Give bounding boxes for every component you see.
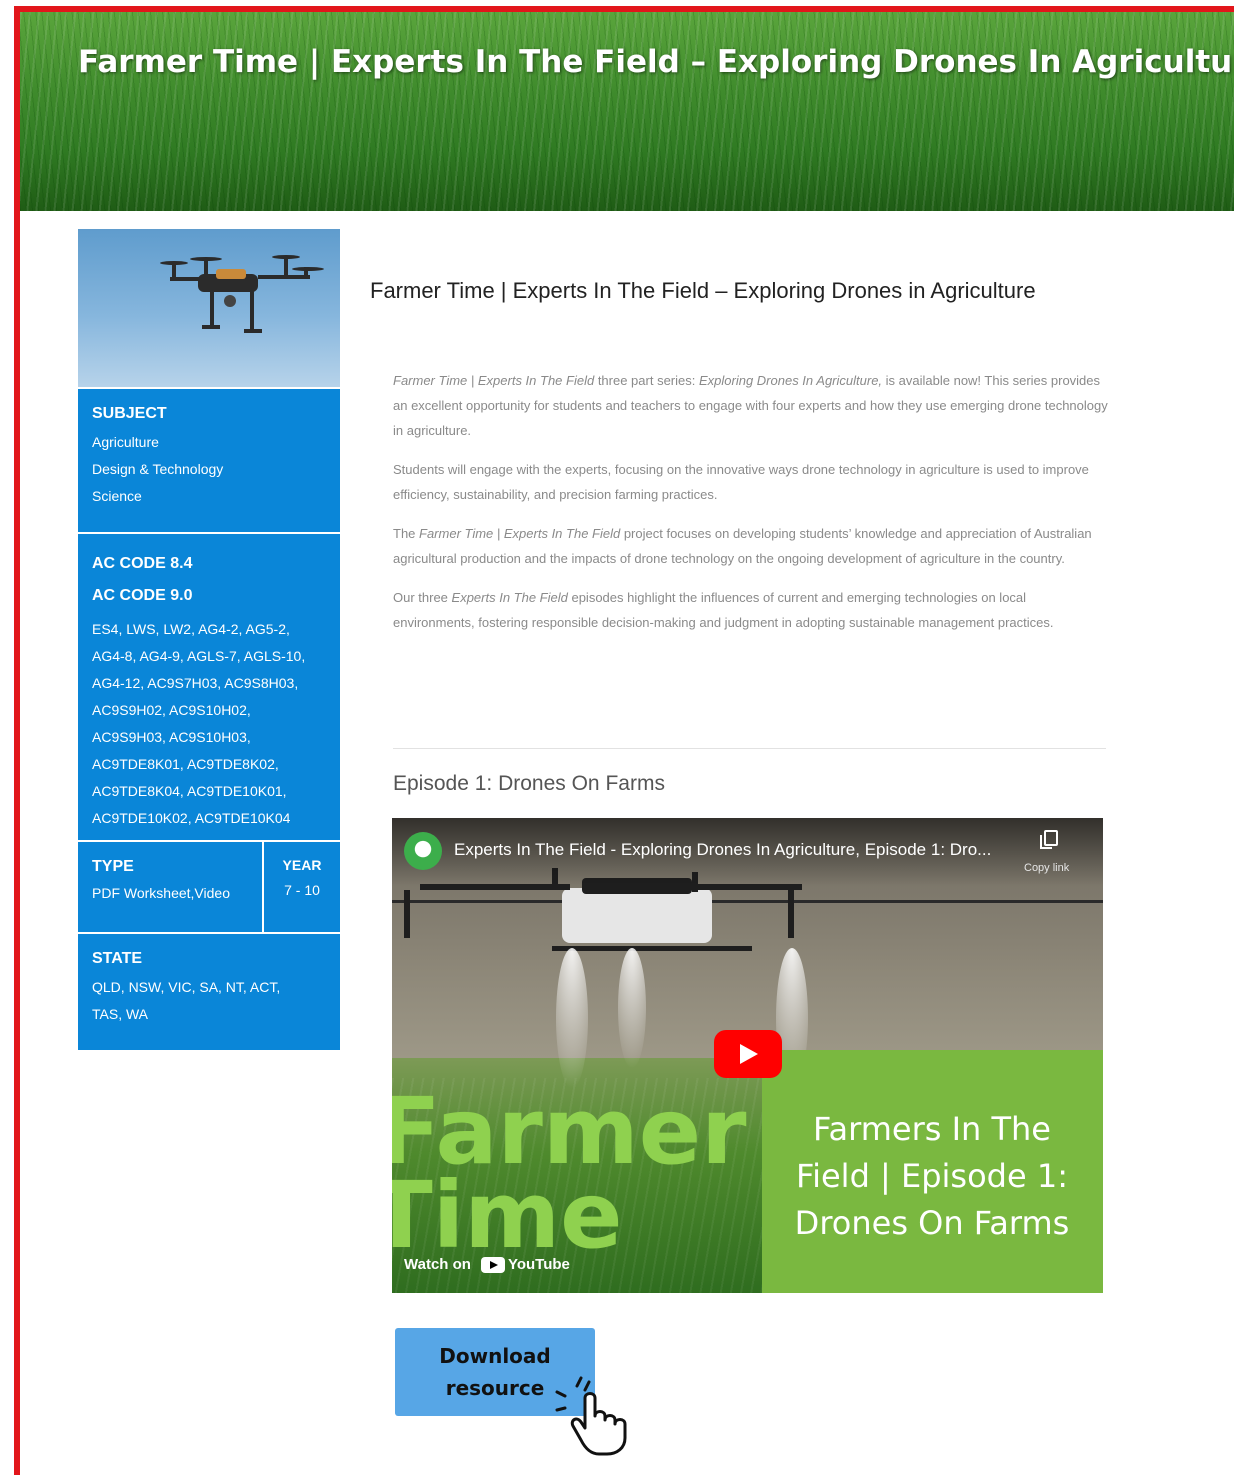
state-line: QLD, NSW, VIC, SA, NT, ACT, [92,979,281,995]
subject-item: Agriculture [92,434,159,450]
banner-title: Farmer Time | Experts In The Field – Exp… [78,44,1234,80]
youtube-logo-icon [480,1256,505,1273]
type-heading: TYPE [92,858,134,875]
description-paragraph: The Farmer Time | Experts In The Field p… [393,521,1109,571]
section-divider [393,748,1106,749]
resource-sidebar: SUBJECT Agriculture Design & Technology … [78,229,340,1050]
watch-on-label: Watch on [404,1256,471,1273]
state-list: QLD, NSW, VIC, SA, NT, ACT, TAS, WA [92,974,326,1028]
ac-code-block: AC CODE 8.4 AC CODE 9.0 ES4, LWS, LW2, A… [78,534,340,840]
ac-code-line: AG4-8, AG4-9, AGLS-7, AGLS-10, [92,648,306,664]
ac-code-line: ES4, LWS, LW2, AG4-2, AG5-2, [92,621,290,637]
text: Our three [393,590,452,605]
ac-code-heading-8-4: AC CODE 8.4 [92,555,193,572]
subject-block: SUBJECT Agriculture Design & Technology … [78,389,340,532]
text: The [393,526,420,541]
video-title-card-text: Farmers In The Field | Episode 1: Drones… [794,1110,1070,1242]
type-year-row: TYPE PDF Worksheet,Video YEAR 7 - 10 [78,842,340,932]
youtube-video-embed[interactable]: Experts In The Field - Exploring Drones … [392,818,1103,1293]
text: Students will engage with the experts, f… [393,462,1089,502]
description-paragraph: Farmer Time | Experts In The Field three… [393,368,1109,443]
subject-list: Agriculture Design & Technology Science [92,429,326,510]
frame-left-border [14,6,20,1475]
resource-title: Farmer Time | Experts In The Field – Exp… [370,278,1036,303]
play-button-icon[interactable] [714,1030,782,1078]
watch-on-youtube-link[interactable]: Watch on YouTube [404,1256,570,1273]
subject-item: Science [92,488,142,504]
year-value: 7 - 10 [284,882,320,898]
italic-text: Exploring Drones In Agriculture, [698,373,883,388]
resource-description: Farmer Time | Experts In The Field three… [393,368,1109,649]
youtube-wordmark: YouTube [480,1256,570,1273]
ac-code-heading-9-0: AC CODE 9.0 [92,587,193,604]
ac-code-line: AC9TDE10K02, AC9TDE10K04 [92,810,291,826]
subject-heading: SUBJECT [92,405,167,422]
type-value: PDF Worksheet,Video [92,885,230,901]
ac-code-line: AC9S9H02, AC9S10H02, [92,702,251,718]
text: three part series: [594,373,699,388]
description-paragraph: Students will engage with the experts, f… [393,457,1109,507]
italic-text: Experts In The Field [451,590,568,605]
drone-photo [78,229,340,387]
ac-code-line: AC9TDE8K04, AC9TDE10K01, [92,783,287,799]
state-line: TAS, WA [92,1006,148,1022]
description-paragraph: Our three Experts In The Field episodes … [393,585,1109,635]
ac-code-line: AC9S9H03, AC9S10H03, [92,729,251,745]
ac-code-line: AC9TDE8K01, AC9TDE8K02, [92,756,279,772]
youtube-label: YouTube [507,1256,570,1273]
year-heading: YEAR [282,857,322,873]
header-banner: Farmer Time | Experts In The Field – Exp… [20,12,1234,211]
ac-code-list: ES4, LWS, LW2, AG4-2, AG5-2, AG4-8, AG4-… [92,616,326,832]
state-block: STATE QLD, NSW, VIC, SA, NT, ACT, TAS, W… [78,934,340,1050]
hand-pointer-icon [555,1376,627,1456]
episode-title: Episode 1: Drones On Farms [393,772,665,795]
drone-icon [160,255,324,333]
subject-item: Design & Technology [92,461,224,477]
copy-link-icon[interactable] [1040,830,1058,849]
state-heading: STATE [92,950,143,967]
channel-logo-icon[interactable] [404,832,442,870]
copy-link-label[interactable]: Copy link [1024,862,1069,874]
ac-code-line: AG4-12, AC9S7H03, AC9S8H03, [92,675,299,691]
italic-text: Farmer Time | Experts In The Field [419,526,621,541]
year-block: YEAR 7 - 10 [264,842,340,932]
video-overlay-word-time: Time [392,1162,623,1269]
italic-text: Farmer Time | Experts In The Field [393,373,595,388]
video-title[interactable]: Experts In The Field - Exploring Drones … [454,840,991,860]
type-block: TYPE PDF Worksheet,Video [78,842,262,932]
